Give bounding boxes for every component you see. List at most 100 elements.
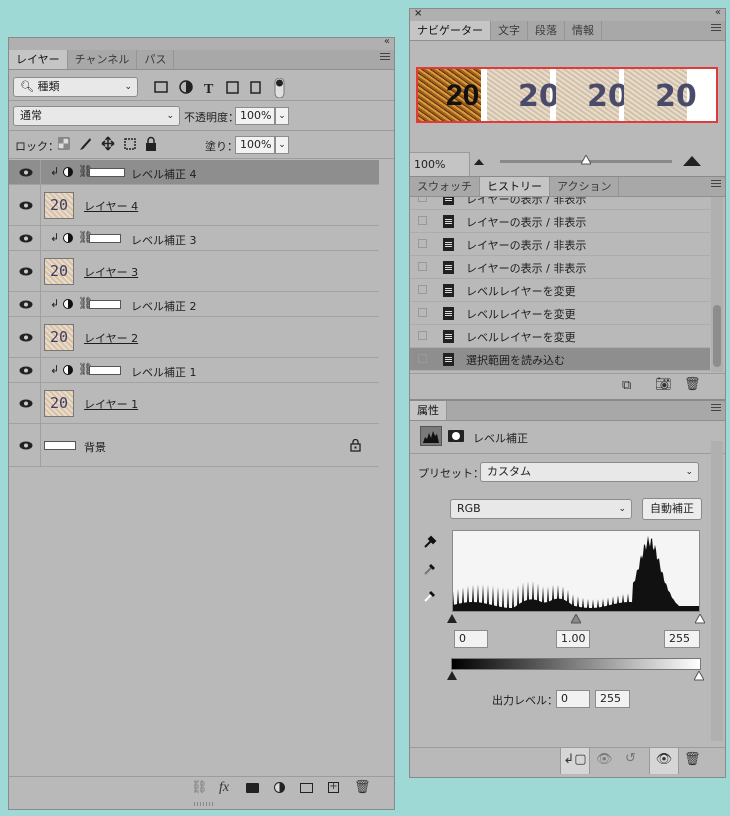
snapshot-checkbox[interactable] (418, 216, 427, 225)
layer-thumbnail[interactable]: 20 (44, 258, 74, 285)
camera-icon[interactable]: 📷︎ (655, 377, 672, 392)
layer-mask-thumbnail[interactable] (89, 300, 121, 309)
output-white-slider-thumb[interactable] (694, 671, 704, 681)
zoom-slider-thumb[interactable] (580, 153, 592, 165)
eye-icon[interactable] (19, 168, 33, 177)
layer-row-layer-3[interactable]: 20 レイヤー 3 (9, 251, 379, 292)
layer-thumbnail[interactable]: 20 (44, 192, 74, 219)
clip-to-layer-icon[interactable]: ↲▢ (560, 748, 590, 774)
link-layers-icon[interactable]: ⛓︎ (191, 780, 208, 795)
lock-brush-icon[interactable] (80, 138, 91, 150)
layer-thumbnail[interactable]: 20 (44, 324, 74, 351)
tab-info[interactable]: 情報 (565, 21, 602, 40)
snapshot-checkbox[interactable] (418, 354, 427, 363)
layer-mask-thumbnail[interactable] (89, 168, 125, 177)
layer-row-adjustment-1[interactable]: ↲ ⛓︎ レベル補正 1 (9, 358, 379, 383)
input-gamma-field[interactable]: 1.00 (556, 630, 590, 648)
layer-name[interactable]: レベル補正 4 (131, 166, 197, 182)
lock-transparent-icon[interactable] (58, 137, 70, 150)
mask-type-icon[interactable] (448, 430, 464, 442)
history-item[interactable]: レイヤーの表示 / 非表示 (410, 256, 710, 279)
reset-adjustment-icon[interactable]: ↺ (625, 751, 636, 766)
eye-icon[interactable] (19, 201, 33, 210)
history-item[interactable]: レイヤーの表示 / 非表示 (410, 233, 710, 256)
filter-kind-select[interactable]: 🔍︎ 種類 ⌄ (13, 77, 138, 97)
new-layer-icon[interactable]: + (328, 782, 339, 793)
lock-position-icon[interactable] (101, 136, 115, 151)
trash-icon[interactable]: 🗑︎ (684, 377, 701, 392)
eye-icon[interactable] (19, 267, 33, 276)
layer-thumbnail[interactable]: 20 (44, 390, 74, 417)
tab-paths[interactable]: パス (137, 50, 175, 69)
layer-row-layer-2[interactable]: 20 レイヤー 2 (9, 317, 379, 358)
trash-icon[interactable]: 🗑︎ (354, 780, 371, 795)
channel-select[interactable]: RGB ⌄ (450, 499, 632, 519)
output-black-slider-thumb[interactable] (447, 671, 457, 681)
eye-icon[interactable] (19, 234, 33, 243)
smartobject-filter-icon[interactable] (250, 81, 261, 94)
tab-swatches[interactable]: スウォッチ (410, 177, 480, 196)
tab-paragraph[interactable]: 段落 (528, 21, 565, 40)
eye-icon[interactable] (19, 366, 33, 375)
layer-name[interactable]: レベル補正 3 (131, 232, 197, 248)
tab-navigator[interactable]: ナビゲーター (410, 21, 491, 40)
tab-properties[interactable]: 属性 (410, 401, 447, 420)
zoom-in-icon[interactable] (683, 156, 701, 166)
navigator-preview[interactable]: 20 20 20 20 (416, 67, 718, 123)
tab-channels[interactable]: チャンネル (68, 50, 138, 69)
layer-name[interactable]: 背景 (84, 439, 106, 455)
panel-menu-icon[interactable] (380, 53, 390, 63)
history-item[interactable]: レイヤーの表示 / 非表示 (410, 197, 710, 210)
eye-icon[interactable] (19, 333, 33, 342)
layer-name[interactable]: レイヤー 3 (84, 264, 138, 280)
snapshot-checkbox[interactable] (418, 308, 427, 317)
panel-menu-icon[interactable] (711, 404, 721, 414)
new-document-from-state-icon[interactable]: ⧉ (622, 378, 631, 393)
type-filter-icon[interactable]: T (204, 82, 214, 97)
white-point-eyedropper-icon[interactable] (422, 588, 438, 604)
history-item[interactable]: レベルレイヤーを変更 (410, 302, 710, 325)
shape-filter-icon[interactable] (226, 81, 239, 94)
scrollbar-thumb[interactable] (713, 305, 721, 367)
panel-menu-icon[interactable] (711, 180, 721, 190)
layer-row-adjustment-3[interactable]: ↲ ⛓︎ レベル補正 3 (9, 226, 379, 251)
eye-icon[interactable] (19, 441, 33, 450)
layer-name[interactable]: レイヤー 1 (84, 396, 138, 412)
tab-history[interactable]: ヒストリー (480, 177, 550, 196)
panel-menu-icon[interactable] (711, 24, 721, 34)
close-icon[interactable]: × (414, 8, 422, 19)
properties-scrollbar[interactable] (711, 441, 723, 741)
zoom-slider[interactable] (500, 153, 672, 165)
input-levels-slider[interactable] (447, 614, 705, 624)
opacity-dropdown-button[interactable]: ⌄ (275, 107, 289, 125)
trash-icon[interactable]: 🗑︎ (684, 752, 701, 767)
tab-character[interactable]: 文字 (491, 21, 528, 40)
output-white-field[interactable]: 255 (595, 690, 630, 708)
lock-artboard-icon[interactable] (124, 138, 136, 150)
image-filter-icon[interactable] (154, 81, 168, 93)
lock-all-icon[interactable] (146, 136, 156, 152)
tab-actions[interactable]: アクション (550, 177, 620, 196)
black-point-eyedropper-icon[interactable] (422, 534, 438, 550)
snapshot-checkbox[interactable] (418, 285, 427, 294)
input-white-field[interactable]: 255 (664, 630, 700, 648)
layer-name[interactable]: レベル補正 2 (131, 298, 197, 314)
toggle-visibility-eye-icon[interactable]: 👁︎ (649, 748, 679, 774)
layer-name[interactable]: レイヤー 4 (84, 198, 138, 214)
gray-point-eyedropper-icon[interactable] (422, 561, 438, 577)
snapshot-checkbox[interactable] (418, 197, 427, 202)
preset-select[interactable]: カスタム ⌄ (480, 462, 699, 482)
history-scrollbar[interactable] (711, 197, 723, 372)
layer-name[interactable]: レイヤー 2 (84, 330, 138, 346)
input-black-slider-thumb[interactable] (447, 614, 457, 624)
layer-mask-thumbnail[interactable] (89, 366, 121, 375)
background-thumbnail[interactable] (44, 441, 76, 450)
auto-button[interactable]: 自動補正 (642, 498, 702, 520)
layer-row-adjustment-4[interactable]: ↲ ⛓︎ レベル補正 4 (9, 160, 379, 185)
add-mask-icon[interactable] (246, 783, 259, 793)
opacity-input[interactable]: 100% (235, 107, 275, 125)
fill-input[interactable]: 100% (235, 136, 275, 154)
layer-name[interactable]: レベル補正 1 (131, 364, 197, 380)
history-item-selected[interactable]: 選択範囲を読み込む (410, 348, 710, 371)
tab-layers[interactable]: レイヤー (9, 50, 68, 69)
